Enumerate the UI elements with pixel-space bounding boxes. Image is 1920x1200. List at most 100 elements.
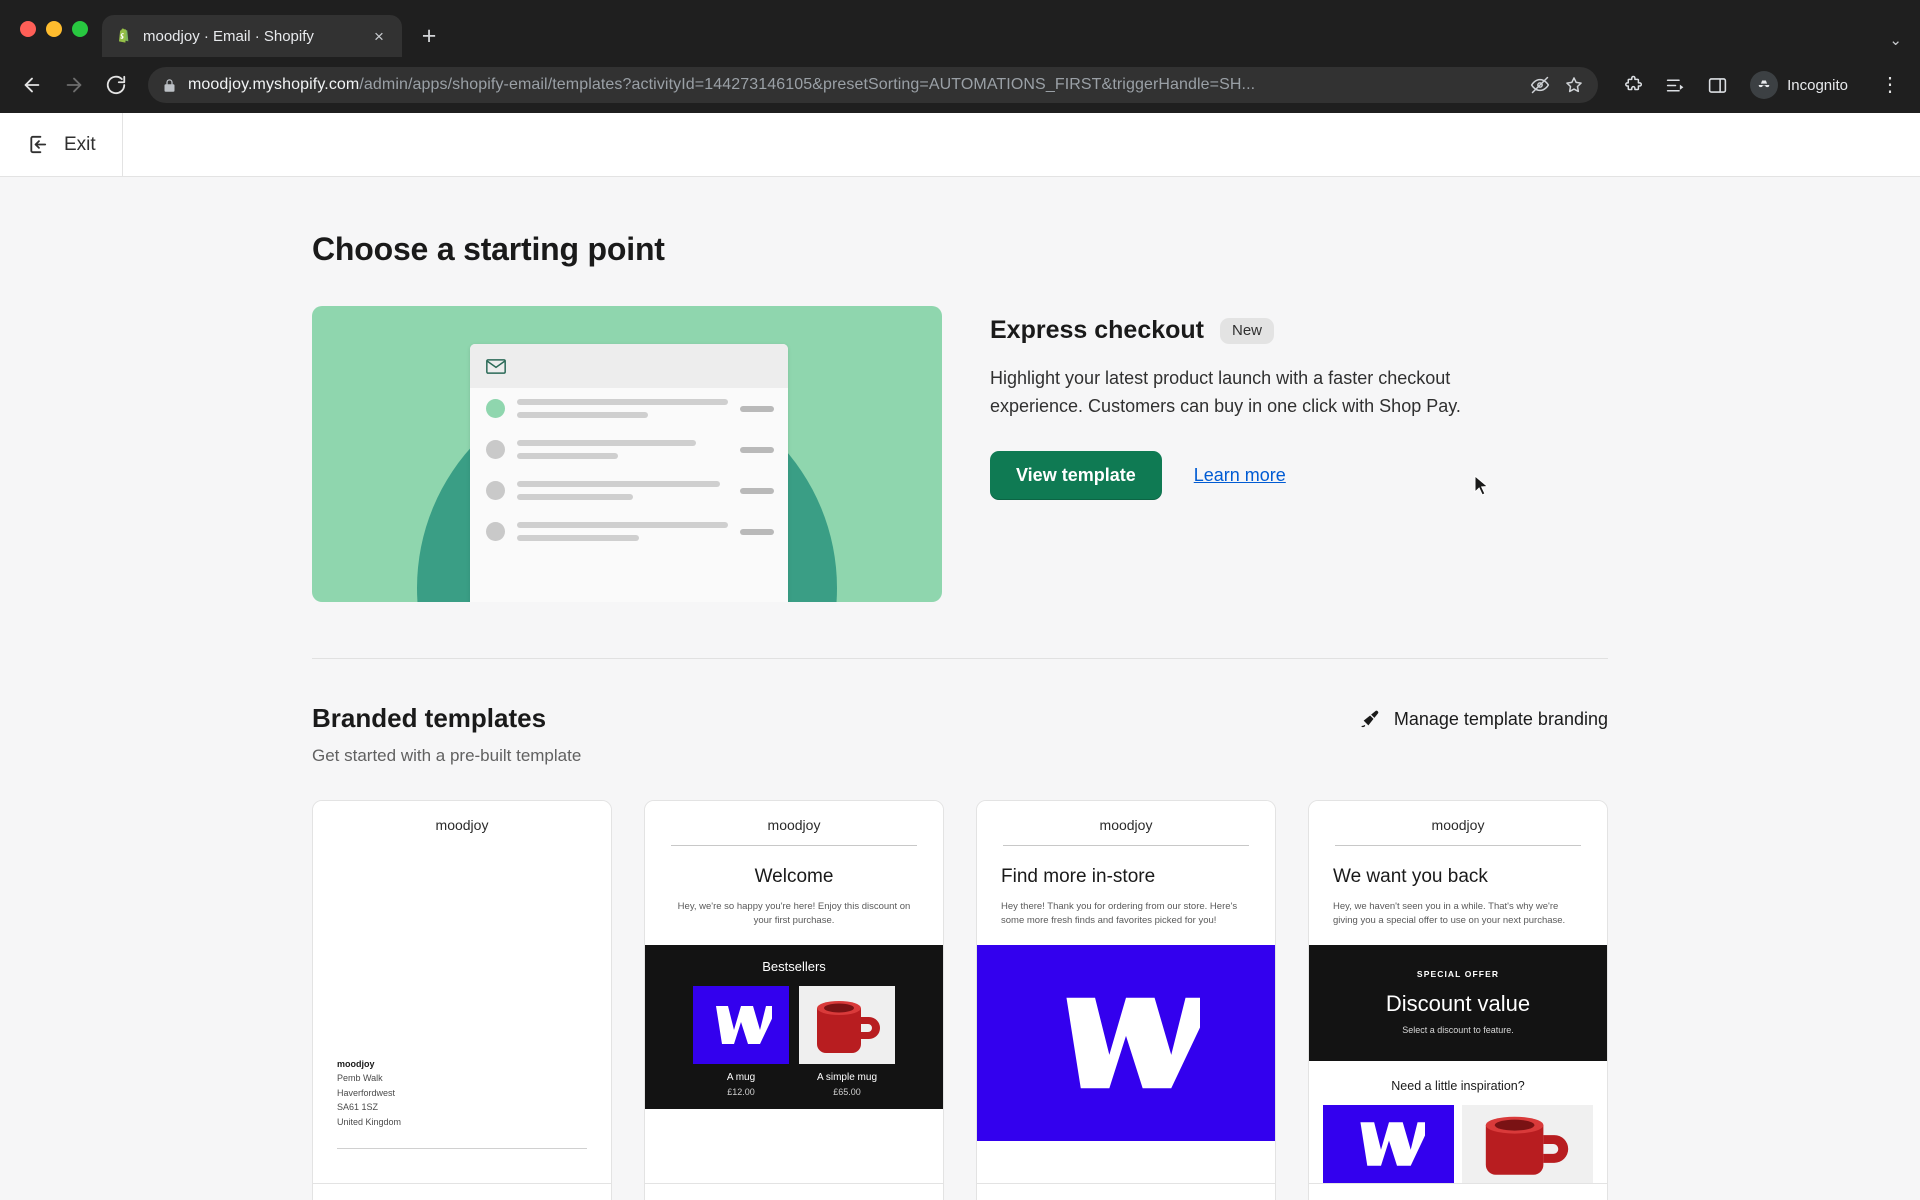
express-checkout-details: Express checkout New Highlight your late… <box>990 306 1608 602</box>
template-hero-image <box>977 944 1275 1141</box>
hero-actions: View template Learn more <box>990 450 1608 500</box>
star-icon[interactable] <box>1564 75 1584 95</box>
product-item: A simple mug £65.00 <box>799 985 895 1097</box>
line <box>517 535 640 541</box>
template-heading: We want you back <box>1333 866 1488 887</box>
template-card-customer-winback[interactable]: moodjoy We want you back Hey, we haven't… <box>1308 800 1608 1200</box>
close-tab-button[interactable]: × <box>368 25 390 47</box>
hero-description: Highlight your latest product launch wit… <box>990 368 1461 416</box>
template-preview: moodjoy Welcome Hey, we're so happy you'… <box>645 801 943 1183</box>
template-footer-rule <box>337 1148 587 1149</box>
line <box>517 522 728 528</box>
line <box>517 453 619 459</box>
content-scroll-area[interactable]: Choose a starting point Express checkout… <box>0 177 1920 1200</box>
line <box>740 405 774 412</box>
view-template-button[interactable]: View template <box>990 450 1162 500</box>
url-host: moodjoy.myshopify.com <box>188 76 360 93</box>
address-line: moodjoy <box>337 1059 375 1070</box>
product-price: £12.00 <box>727 1086 755 1097</box>
incognito-avatar-icon <box>1750 71 1779 99</box>
illustration-row <box>470 511 788 552</box>
w-logo-icon <box>1066 997 1200 1088</box>
w-logo-icon <box>1359 1121 1425 1166</box>
template-card-welcome-email[interactable]: moodjoy Welcome Hey, we're so happy you'… <box>644 800 944 1200</box>
red-mug-icon <box>799 985 895 1064</box>
product-image-mug <box>799 985 895 1064</box>
product-image-logo <box>693 985 789 1064</box>
avatar <box>486 522 505 541</box>
address-line: SA61 1SZ <box>337 1102 379 1113</box>
inspiration-image-mug <box>1462 1104 1593 1183</box>
manage-template-branding-button[interactable]: Manage template branding <box>1358 703 1608 731</box>
new-tab-button[interactable]: + <box>412 19 446 53</box>
manage-template-branding-label: Manage template branding <box>1393 708 1608 729</box>
reload-button[interactable] <box>98 67 134 103</box>
line <box>517 440 697 446</box>
browser-menu-icon[interactable]: ⋮ <box>1874 75 1906 95</box>
line <box>740 487 774 494</box>
section-subtitle: Get started with a pre-built template <box>312 746 582 765</box>
line <box>517 494 634 500</box>
hero-title: Express checkout <box>990 316 1204 344</box>
side-panel-icon[interactable] <box>1702 70 1732 100</box>
address-line: Pemb Walk <box>337 1073 383 1084</box>
avatar <box>486 399 505 418</box>
exit-button[interactable]: Exit <box>0 113 123 177</box>
tab-title: moodjoy · Email · Shopify <box>143 27 314 45</box>
learn-more-link[interactable]: Learn more <box>1194 465 1286 486</box>
window-controls <box>12 0 102 57</box>
maximize-window-button[interactable] <box>72 20 88 37</box>
red-mug-icon <box>1462 1104 1593 1183</box>
address-line: United Kingdom <box>337 1116 402 1127</box>
product-item: A mug £12.00 <box>693 985 789 1097</box>
back-button[interactable] <box>14 67 50 103</box>
template-dark-kicker: SPECIAL OFFER <box>1416 968 1500 979</box>
template-card-grid: moodjoy moodjoy Pemb Walk Haverfordwest … <box>312 800 1608 1200</box>
template-dark-title: Bestsellers <box>762 958 826 974</box>
section-divider <box>312 658 1608 659</box>
template-preview: moodjoy Find more in-store Hey there! Th… <box>977 801 1275 1183</box>
hero-title-row: Express checkout New <box>990 316 1608 345</box>
address-bar[interactable]: moodjoy.myshopify.com/admin/apps/shopify… <box>148 67 1599 103</box>
template-inspiration-row <box>1309 1104 1607 1183</box>
reading-list-icon[interactable] <box>1660 70 1690 100</box>
template-preview: moodjoy We want you back Hey, we haven't… <box>1309 801 1607 1183</box>
template-dark-heading: Discount value <box>1385 990 1531 1016</box>
branded-templates-header: Branded templates Get started with a pre… <box>312 703 1608 766</box>
template-card-blank[interactable]: moodjoy moodjoy Pemb Walk Haverfordwest … <box>312 800 612 1200</box>
paintbrush-icon <box>1358 707 1382 731</box>
puzzle-icon[interactable] <box>1618 70 1648 100</box>
illustration-card-header <box>470 344 788 388</box>
illustration-email-card <box>470 344 788 602</box>
template-card-upsell[interactable]: moodjoy Find more in-store Hey there! Th… <box>976 800 1276 1200</box>
lock-icon <box>162 78 178 93</box>
close-window-button[interactable] <box>20 20 36 37</box>
profile-button[interactable]: Incognito <box>1744 67 1862 103</box>
browser-tab[interactable]: moodjoy · Email · Shopify × <box>102 15 402 57</box>
express-checkout-illustration <box>312 306 942 602</box>
template-card-footer: Blank <box>313 1183 611 1200</box>
product-name: A simple mug <box>816 1071 878 1083</box>
tab-list-menu-icon[interactable]: ⌄ <box>1889 31 1902 49</box>
illustration-lines <box>517 481 728 500</box>
app-top-bar: Exit <box>0 113 1920 177</box>
template-brand: moodjoy <box>767 817 821 833</box>
template-address: moodjoy Pemb Walk Haverfordwest SA61 1SZ… <box>337 1057 401 1129</box>
minimize-window-button[interactable] <box>46 20 62 37</box>
template-body: Hey there! Thank you for ordering from o… <box>1001 901 1238 927</box>
line <box>740 446 774 453</box>
forward-button[interactable] <box>56 67 92 103</box>
illustration-lines <box>517 522 728 541</box>
line <box>517 481 720 487</box>
browser-toolbar: moodjoy.myshopify.com/admin/apps/shopify… <box>0 57 1920 113</box>
exit-label: Exit <box>64 133 96 155</box>
page-viewport: Exit Choose a starting point Express che… <box>0 113 1920 1200</box>
express-checkout-hero: Express checkout New Highlight your late… <box>312 306 1608 602</box>
template-products: A mug £12.00 A simple mug £65.00 <box>645 985 943 1097</box>
eye-off-icon[interactable] <box>1530 75 1550 95</box>
template-card-footer: Welcome email <box>645 1183 943 1200</box>
illustration-row <box>470 388 788 429</box>
url-path: /admin/apps/shopify-email/templates?acti… <box>359 76 1256 93</box>
illustration-lines <box>517 440 728 459</box>
status-badge: New <box>1220 317 1275 344</box>
